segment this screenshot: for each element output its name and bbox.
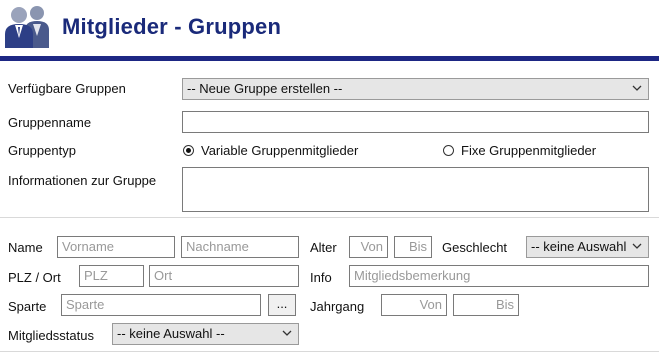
info-label: Info bbox=[310, 270, 332, 285]
age-from-input[interactable]: Von bbox=[349, 236, 388, 258]
member-status-label: Mitgliedsstatus bbox=[8, 328, 94, 343]
gender-label: Geschlecht bbox=[442, 240, 508, 255]
radio-fixed-members-label[interactable]: Fixe Gruppenmitglieder bbox=[461, 143, 596, 158]
available-groups-value: -- Neue Gruppe erstellen -- bbox=[187, 81, 343, 96]
group-name-label: Gruppenname bbox=[8, 115, 92, 130]
gender-select[interactable]: -- keine Auswahl bbox=[526, 236, 649, 258]
app-logo bbox=[4, 4, 52, 48]
page-title: Mitglieder - Gruppen bbox=[62, 14, 282, 39]
chevron-down-icon bbox=[632, 85, 642, 91]
section-divider bbox=[0, 217, 659, 218]
radio-variable-members[interactable] bbox=[183, 145, 194, 156]
gender-value: -- keine Auswahl bbox=[531, 239, 627, 254]
chevron-down-icon bbox=[632, 243, 642, 249]
sport-browse-button[interactable]: ... bbox=[268, 294, 296, 316]
group-info-textarea[interactable] bbox=[182, 167, 649, 212]
available-groups-label: Verfügbare Gruppen bbox=[8, 81, 126, 96]
sport-input[interactable]: Sparte bbox=[61, 294, 261, 316]
year-label: Jahrgang bbox=[310, 299, 365, 314]
group-name-input[interactable] bbox=[182, 111, 649, 133]
radio-variable-members-label[interactable]: Variable Gruppenmitglieder bbox=[201, 143, 358, 158]
member-remark-input[interactable]: Mitgliedsbemerkung bbox=[349, 265, 649, 287]
available-groups-select[interactable]: -- Neue Gruppe erstellen -- bbox=[182, 78, 649, 100]
radio-fixed-members[interactable] bbox=[443, 145, 454, 156]
bottom-divider bbox=[0, 351, 659, 352]
year-to-input[interactable]: Bis bbox=[453, 294, 519, 316]
name-label: Name bbox=[8, 240, 43, 255]
year-from-input[interactable]: Von bbox=[381, 294, 447, 316]
header-divider bbox=[0, 56, 659, 61]
lastname-input[interactable]: Nachname bbox=[181, 236, 299, 258]
city-input[interactable]: Ort bbox=[149, 265, 299, 287]
age-label: Alter bbox=[310, 240, 337, 255]
sport-label: Sparte bbox=[8, 299, 47, 314]
age-to-input[interactable]: Bis bbox=[394, 236, 432, 258]
chevron-down-icon bbox=[282, 330, 292, 336]
zip-input[interactable]: PLZ bbox=[79, 265, 144, 287]
member-status-select[interactable]: -- keine Auswahl -- bbox=[112, 323, 299, 345]
group-info-label: Informationen zur Gruppe bbox=[8, 173, 157, 188]
member-status-value: -- keine Auswahl -- bbox=[117, 326, 225, 341]
group-type-label: Gruppentyp bbox=[8, 143, 76, 158]
firstname-input[interactable]: Vorname bbox=[57, 236, 175, 258]
zip-city-label: PLZ / Ort bbox=[8, 270, 61, 285]
